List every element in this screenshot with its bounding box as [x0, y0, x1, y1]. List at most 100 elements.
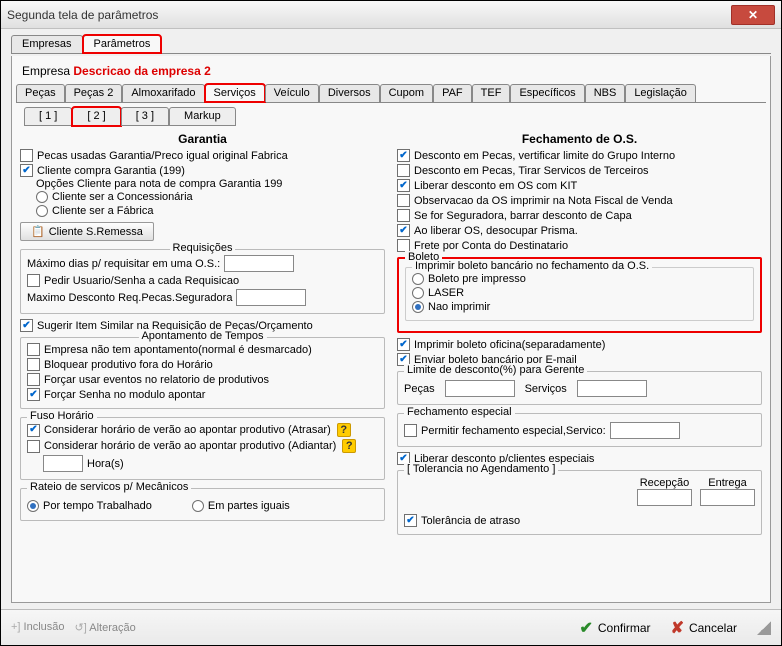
close-button[interactable]: ✕	[731, 5, 775, 25]
lbl-confirmar: Confirmar	[598, 621, 651, 635]
tabs-secondary: Peças Peças 2 Almoxarifado Serviços Veíc…	[16, 84, 766, 103]
input-entrega[interactable]	[700, 489, 755, 506]
chk-atrasar[interactable]	[27, 424, 40, 437]
chk-cliente-compra[interactable]	[20, 164, 33, 177]
chk-forcar-eventos[interactable]	[27, 373, 40, 386]
lbl-alteracao: Alteração	[89, 622, 135, 634]
tab-diversos[interactable]: Diversos	[319, 84, 380, 102]
chk-desc-grupo[interactable]	[397, 149, 410, 162]
lbl-forcar-senha: Forçar Senha no modulo apontar	[44, 389, 205, 401]
chk-bloquear[interactable]	[27, 358, 40, 371]
tab-empresas[interactable]: Empresas	[11, 35, 83, 53]
radio-preimpresso[interactable]	[412, 273, 424, 285]
lbl-inclusao: Inclusão	[24, 621, 65, 633]
input-horas[interactable]	[43, 455, 83, 472]
radio-fabrica[interactable]	[36, 205, 48, 217]
chk-atraso[interactable]	[404, 514, 417, 527]
chk-adiantar[interactable]	[27, 440, 40, 453]
group-boleto: Boleto Imprimir boleto bancário no fecha…	[397, 257, 762, 333]
tab-cupom[interactable]: Cupom	[380, 84, 433, 102]
tab-legislacao[interactable]: Legislação	[625, 84, 696, 102]
lbl-pecas-limite: Peças	[404, 383, 435, 395]
close-icon: ✕	[748, 8, 758, 22]
group-fech-especial: Fechamento especial Permitir fechamento …	[397, 413, 762, 447]
fech-title: Fechamento de O.S.	[397, 132, 762, 146]
chk-liberar-kit[interactable]	[397, 179, 410, 192]
chk-obs-os[interactable]	[397, 194, 410, 207]
tabs-tertiary: [ 1 ] [ 2 ] [ 3 ] Markup	[24, 107, 766, 126]
apont-title: Apontamento de Tempos	[138, 330, 266, 342]
garantia-title: Garantia	[20, 132, 385, 146]
help-icon[interactable]: ?	[337, 423, 351, 437]
fechesp-title: Fechamento especial	[404, 406, 515, 418]
resize-grip[interactable]	[757, 621, 771, 635]
group-requisicoes: Requisições Máximo dias p/ requisitar em…	[20, 249, 385, 314]
lbl-horas: Hora(s)	[87, 458, 124, 470]
check-icon: ✔	[579, 618, 592, 638]
group-apontamento: Apontamento de Tempos Empresa não tem ap…	[20, 337, 385, 409]
footer-inclusao[interactable]: +] Inclusão	[11, 621, 65, 634]
chk-desc-terc[interactable]	[397, 164, 410, 177]
cancelar-button[interactable]: ✘ Cancelar	[665, 616, 743, 640]
input-recepcao[interactable]	[637, 489, 692, 506]
left-column: Garantia Pecas usadas Garantia/Preco igu…	[20, 132, 385, 594]
tab-3[interactable]: [ 3 ]	[121, 107, 169, 126]
tab-servicos[interactable]: Serviços	[205, 84, 265, 102]
chk-oficina[interactable]	[397, 338, 410, 351]
tab-especificos[interactable]: Específicos	[510, 84, 584, 102]
lbl-atraso: Tolerância de atraso	[421, 515, 520, 527]
lbl-max-desc: Maximo Desconto Req.Pecas.Seguradora	[27, 292, 232, 304]
footer-alteracao[interactable]: ↺] Alteração	[75, 621, 136, 634]
lbl-obs-os: Observacao da OS imprimir na Nota Fiscal…	[414, 195, 673, 207]
lbl-max-dias: Máximo dias p/ requisitar em uma O.S.:	[27, 258, 220, 270]
tab-veiculo[interactable]: Veículo	[265, 84, 319, 102]
tab-tef[interactable]: TEF	[472, 84, 511, 102]
lbl-pedir-usuario: Pedir Usuario/Senha a cada Requisicao	[44, 275, 239, 287]
lbl-bloquear: Bloquear produtivo fora do Horário	[44, 359, 213, 371]
edit-icon: ↺]	[75, 622, 87, 634]
input-max-dias[interactable]	[224, 255, 294, 272]
tab-2[interactable]: [ 2 ]	[72, 107, 120, 126]
empresa-row: Empresa Descricao da empresa 2	[16, 60, 766, 84]
limite-title: Limite de desconto(%) para Gerente	[404, 364, 587, 376]
chk-pecas-usadas[interactable]	[20, 149, 33, 162]
radio-partes[interactable]	[192, 500, 204, 512]
chk-pedir-usuario[interactable]	[27, 274, 40, 287]
input-serv-limite[interactable]	[577, 380, 647, 397]
lbl-opcoes-cliente: Opções Cliente para nota de compra Garan…	[36, 178, 385, 190]
lbl-fabrica: Cliente ser a Fábrica	[52, 205, 154, 217]
tab-1[interactable]: [ 1 ]	[24, 107, 72, 126]
tab-pecas2[interactable]: Peças 2	[65, 84, 123, 102]
lbl-oficina: Imprimir boleto oficina(separadamente)	[414, 339, 605, 351]
input-pecas-limite[interactable]	[445, 380, 515, 397]
tab-almoxarifado[interactable]: Almoxarifado	[122, 84, 204, 102]
chk-permitir-especial[interactable]	[404, 424, 417, 437]
radio-tempo[interactable]	[27, 500, 39, 512]
tab-paf[interactable]: PAF	[433, 84, 472, 102]
chk-seguradora[interactable]	[397, 209, 410, 222]
chk-sem-apont[interactable]	[27, 343, 40, 356]
tab-parametros[interactable]: Parâmetros	[83, 35, 162, 53]
right-column: Fechamento de O.S. Desconto em Pecas, ve…	[397, 132, 762, 594]
group-limite: Limite de desconto(%) para Gerente Peças…	[397, 371, 762, 405]
chk-prisma[interactable]	[397, 224, 410, 237]
lbl-entrega: Entrega	[700, 477, 755, 489]
radio-laser[interactable]	[412, 287, 424, 299]
empresa-label: Empresa	[22, 64, 70, 78]
lbl-desc-terc: Desconto em Pecas, Tirar Servicos de Ter…	[414, 165, 649, 177]
confirmar-button[interactable]: ✔ Confirmar	[573, 616, 656, 640]
tab-nbs[interactable]: NBS	[585, 84, 626, 102]
help-icon[interactable]: ?	[342, 439, 356, 453]
input-max-desc[interactable]	[236, 289, 306, 306]
radio-concessionaria[interactable]	[36, 191, 48, 203]
radio-naoimprimir[interactable]	[412, 301, 424, 313]
tab-pecas[interactable]: Peças	[16, 84, 65, 102]
tab-markup[interactable]: Markup	[169, 107, 236, 126]
lbl-sem-apont: Empresa não tem apontamento(normal é des…	[44, 344, 312, 356]
empresa-value: Descricao da empresa 2	[73, 64, 210, 78]
chk-forcar-senha[interactable]	[27, 388, 40, 401]
btn-cliente-sremessa[interactable]: 📋 Cliente S.Remessa	[20, 222, 154, 241]
tol-title: [ Tolerancia no Agendamento ]	[404, 463, 558, 475]
input-permitir-especial[interactable]	[610, 422, 680, 439]
chk-sugerir[interactable]	[20, 319, 33, 332]
